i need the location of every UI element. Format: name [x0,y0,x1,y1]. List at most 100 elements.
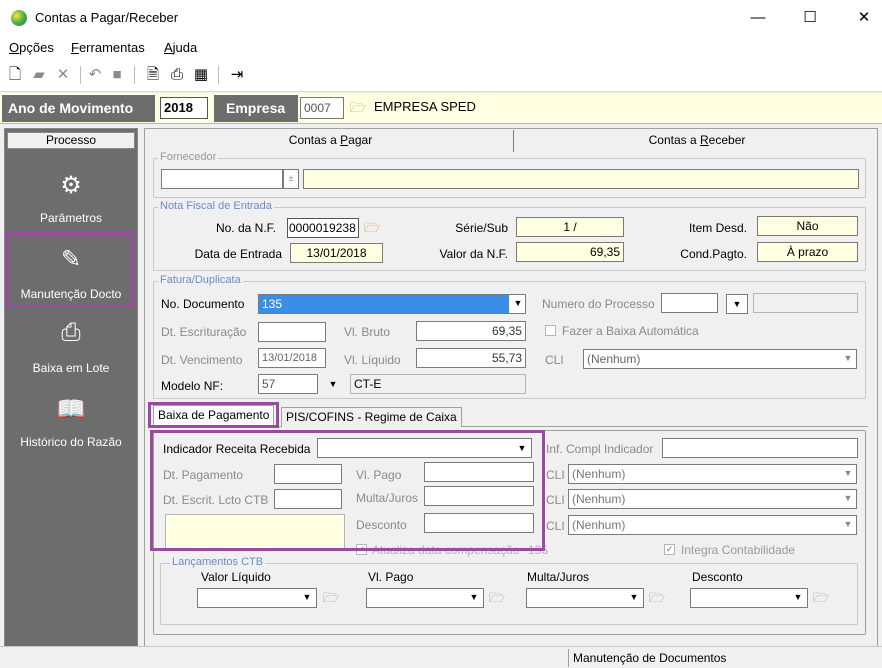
tab-contas-receber[interactable]: Contas a Receber [520,130,874,152]
ano-movimento-field[interactable]: 2018 [160,97,208,119]
sidebar-item-baixa-lote[interactable]: Baixa em Lote [4,361,138,375]
item-desd-field[interactable]: Não [757,216,858,236]
maximize-button[interactable]: ☐ [796,6,824,30]
cli2-select[interactable]: (Nenhum) [568,489,857,509]
data-entrada-field[interactable]: 13/01/2018 [290,243,383,263]
cli-select[interactable]: (Nenhum) [583,349,857,369]
desconto-ctb-label: Desconto [692,570,743,584]
dt-vencimento-field[interactable]: 13/01/2018 [258,348,326,368]
no-nf-field[interactable]: 0000019238 [287,218,359,238]
vl-bruto-field[interactable]: 69,35 [416,321,526,341]
valor-liquido-label: Valor Líquido [201,570,271,584]
delete-icon[interactable]: ✕ [52,64,74,86]
edit-icon[interactable]: ▰ [28,64,50,86]
chevron-down-icon[interactable]: ▼ [840,516,856,534]
vl-bruto-label: Vl. Bruto [344,325,391,339]
fornecedor-name-field[interactable] [303,169,859,189]
report-icon[interactable]: ▦ [190,64,212,86]
chevron-down-icon[interactable]: ▼ [790,589,806,607]
cli-label: CLI [545,353,564,367]
book-icon[interactable]: 📖 [4,395,138,424]
process-heading: Processo [7,132,135,149]
tab-contas-pagar[interactable]: Contas a Pagar [148,130,514,152]
cli1-select[interactable]: (Nenhum) [568,464,857,484]
nota-fiscal-legend: Nota Fiscal de Entrada [158,200,274,212]
batch-icon[interactable]: ⎙ [4,319,138,347]
chevron-down-icon[interactable]: ▼ [626,589,642,607]
numero-processo-label: Numero do Processo [542,297,655,311]
fornecedor-legend: Fornecedor [158,151,219,163]
parameters-icon[interactable]: ⚙ [4,171,138,200]
chevron-down-icon[interactable]: ▼ [299,589,315,607]
inf-compl-field[interactable] [662,438,858,458]
no-documento-value: 135 [259,295,509,313]
valor-nf-label: Valor da N.F. [439,247,508,261]
tab-pagar-rest: agar [348,133,373,147]
close-button[interactable]: ✕ [850,6,878,30]
new-icon[interactable]: 🗋 [4,64,26,86]
minimize-button[interactable]: — [744,6,772,30]
print-icon[interactable]: ⎙ [166,64,188,86]
preview-icon[interactable]: 🗎 [142,64,164,86]
sidebar-item-manutencao[interactable]: Manutenção Docto [4,287,138,301]
vl-liquido-label: Vl. Líquido [344,353,401,367]
cond-pagto-field[interactable]: À prazo [757,242,858,262]
fornecedor-dropdown-icon[interactable]: ± [283,169,299,189]
serie-sub-label: Série/Sub [455,221,508,235]
tab-pagar-accel: P [340,133,349,147]
menu-ajuda-rest: juda [172,40,198,55]
multa-juros-ctb-label: Multa/Juros [527,570,590,584]
vl-pago-ctb-label: Vl. Pago [368,570,414,584]
tab-receber-text: Contas a [648,133,700,147]
open-folder-icon[interactable]: 🗁 [647,589,667,607]
tab-receber-rest: eceber [708,133,746,147]
no-documento-label: No. Documento [161,297,245,311]
undo-icon[interactable]: ↶ [84,64,106,86]
open-folder-icon[interactable]: 🗁 [348,99,368,117]
dt-escrituracao-field[interactable] [258,322,326,342]
modelo-nf-field[interactable]: 57 [258,374,318,394]
integra-checkbox[interactable]: ✓ [664,544,675,555]
fazer-baixa-checkbox[interactable] [545,325,556,336]
open-folder-icon[interactable]: 🗁 [811,589,831,607]
chevron-down-icon[interactable]: ▼ [466,589,482,607]
cli3-label: CLI [546,519,565,533]
numero-processo-field[interactable] [661,293,718,313]
chevron-down-icon[interactable]: ▼ [726,294,748,314]
toolbar-separator [218,66,219,84]
save-icon[interactable]: ■ [106,64,128,86]
cli3-select[interactable]: (Nenhum) [568,515,857,535]
menu-ajuda-accel: A [164,40,173,55]
open-folder-icon[interactable]: 🗁 [362,219,382,237]
fornecedor-code-field[interactable] [161,169,283,189]
empresa-code-field[interactable]: 0007 [300,97,344,119]
tab-pagar-text: Contas a [288,133,341,147]
open-folder-icon[interactable]: 🗁 [487,589,507,607]
vl-liquido-field[interactable]: 55,73 [416,348,526,368]
menu-ajuda[interactable]: Ajuda [164,40,197,55]
chevron-down-icon[interactable]: ▼ [840,465,856,483]
menu-ferramentas[interactable]: Ferramentas [71,40,145,55]
document-edit-icon[interactable]: ✎ [4,245,138,274]
chevron-down-icon[interactable]: ▼ [840,490,856,508]
toolbar: 🗋 ▰ ✕ ↶ ■ 🗎 ⎙ ▦ ⇥ [0,58,882,92]
item-desd-label: Item Desd. [688,221,747,235]
header-bar: Ano de Movimento 2018 Empresa 0007 🗁 EMP… [0,93,882,124]
integra-label: Integra Contabilidade [681,543,796,557]
exit-icon[interactable]: ⇥ [226,64,248,86]
chevron-down-icon[interactable]: ▼ [510,295,526,313]
tab-pis-cofins[interactable]: PIS/COFINS - Regime de Caixa [281,407,462,427]
menu-bar: Opções Ferramentas Ajuda [0,36,882,58]
toolbar-separator [134,66,135,84]
serie-sub-field[interactable]: 1 / [516,217,624,237]
chevron-down-icon[interactable]: ▼ [840,350,856,368]
menu-opcoes[interactable]: Opções [9,40,54,55]
chevron-down-icon[interactable]: ▼ [322,375,344,395]
no-documento-select[interactable]: 135 [258,294,526,314]
toolbar-separator [80,66,81,84]
sidebar-item-parametros[interactable]: Parâmetros [4,211,138,225]
open-folder-icon[interactable]: 🗁 [321,589,341,607]
valor-nf-field[interactable]: 69,35 [516,242,624,262]
status-text: Manutenção de Documentos [568,649,882,667]
sidebar-item-historico[interactable]: Histórico do Razão [4,435,138,449]
